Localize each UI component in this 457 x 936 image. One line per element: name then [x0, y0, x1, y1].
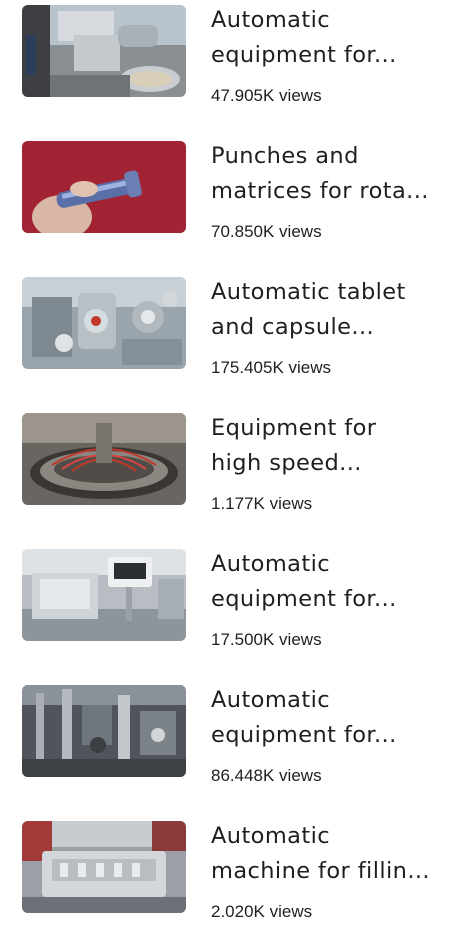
- punch-tool-in-hand-image: [22, 141, 186, 233]
- video-thumbnail[interactable]: [22, 549, 186, 641]
- video-view-count: 1.177K views: [211, 494, 313, 513]
- video-thumbnail[interactable]: [22, 277, 186, 369]
- video-view-count: 47.905K views: [211, 86, 322, 105]
- video-thumbnail[interactable]: [22, 5, 186, 97]
- video-title-line: Automatic: [211, 7, 330, 33]
- control-panel-machine-image: [22, 549, 186, 641]
- video-title[interactable]: Automatic machine for fillin...: [211, 819, 443, 889]
- video-title-line: Automatic tablet: [211, 279, 406, 305]
- video-list-item[interactable]: Automatic machine for fillin... 2.020K v…: [0, 816, 457, 936]
- video-list-item[interactable]: Equipment for high speed... 1.177K views: [0, 408, 457, 528]
- video-list-item[interactable]: Automatic equipment for... 17.500K views: [0, 544, 457, 664]
- video-thumbnail[interactable]: [22, 141, 186, 233]
- video-title-line: matrices for rota...: [211, 178, 429, 204]
- video-title-line: Equipment for: [211, 415, 377, 441]
- video-thumbnail[interactable]: [22, 685, 186, 777]
- video-view-count: 2.020K views: [211, 902, 313, 921]
- video-title-line: Automatic: [211, 551, 330, 577]
- video-title-line: equipment for...: [211, 42, 397, 68]
- rotary-press-machine-image: [22, 413, 186, 505]
- meat-grinder-machine-image: [22, 5, 186, 97]
- video-title[interactable]: Punches and matrices for rota...: [211, 139, 443, 209]
- video-view-count: 17.500K views: [211, 630, 322, 649]
- video-view-count: 86.448K views: [211, 766, 322, 785]
- video-thumbnail[interactable]: [22, 821, 186, 913]
- video-title[interactable]: Automatic tablet and capsule...: [211, 275, 443, 345]
- video-title-line: Punches and: [211, 143, 359, 169]
- video-thumbnail[interactable]: [22, 413, 186, 505]
- video-view-count: 175.405K views: [211, 358, 332, 377]
- video-list-item[interactable]: Punches and matrices for rota... 70.850K…: [0, 136, 457, 256]
- video-title[interactable]: Equipment for high speed...: [211, 411, 443, 481]
- video-title[interactable]: Automatic equipment for...: [211, 547, 443, 617]
- video-title-line: high speed...: [211, 450, 362, 476]
- video-view-count: 70.850K views: [211, 222, 322, 241]
- video-title[interactable]: Automatic equipment for...: [211, 3, 443, 73]
- video-title-line: equipment for...: [211, 586, 397, 612]
- tablet-capsule-machine-image: [22, 277, 186, 369]
- video-list-item[interactable]: Automatic tablet and capsule... 175.405K…: [0, 272, 457, 392]
- filling-line-machine-image: [22, 685, 186, 777]
- video-title[interactable]: Automatic equipment for...: [211, 683, 443, 753]
- video-title-line: machine for fillin...: [211, 858, 430, 884]
- video-title-line: Automatic: [211, 823, 330, 849]
- video-list: Automatic equipment for... 47.905K views…: [0, 0, 457, 925]
- video-title-line: equipment for...: [211, 722, 397, 748]
- video-list-item[interactable]: Automatic equipment for... 47.905K views: [0, 0, 457, 120]
- video-list-item[interactable]: Automatic equipment for... 86.448K views: [0, 680, 457, 800]
- video-title-line: Automatic: [211, 687, 330, 713]
- filling-machine-trade-show-image: [22, 821, 186, 913]
- video-title-line: and capsule...: [211, 314, 375, 340]
